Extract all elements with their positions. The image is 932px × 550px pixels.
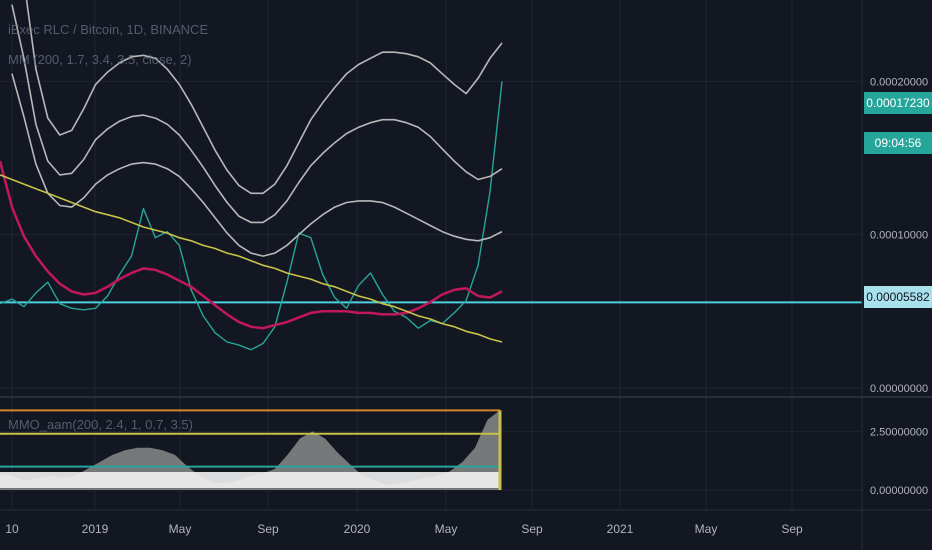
chart-root: 10 2019 May Sep 2020 May Sep 2021 May Sep 0.000200… [0, 0, 932, 550]
envelope-middle-line [11, 4, 503, 224]
price-axis-label: 0.00010000 [870, 230, 928, 242]
time-axis-label: 2020 [344, 522, 371, 536]
trendline [0, 174, 503, 343]
oscillator-band [0, 472, 500, 488]
time-axis-label: 2021 [607, 522, 634, 536]
time-axis-label: Sep [521, 522, 543, 536]
countdown-tag: 09:04:56 [864, 132, 932, 154]
chart-title: iExec RLC / Bitcoin, 1D, BINANCE [8, 22, 209, 37]
price-axis-label: 0.00000000 [870, 383, 928, 395]
time-axis-label: 10 [5, 522, 19, 536]
time-axis-label: May [435, 522, 458, 536]
horizontal-line-tag: 0.00005582 [864, 286, 932, 308]
time-axis-label: Sep [257, 522, 279, 536]
time-axis-label: 2019 [82, 522, 109, 536]
time-axis-label: May [695, 522, 718, 536]
price-line [0, 81, 503, 351]
price-axis-label: 0.00020000 [870, 76, 928, 88]
indicator-legend: MM (200, 1.7, 3.4, 3.5, close, 2) [8, 52, 192, 67]
oscillator-axis-label: 2.50000000 [870, 426, 928, 438]
chart-canvas[interactable]: 10 2019 May Sep 2020 May Sep 2021 May Sep 0.000200… [0, 0, 932, 550]
envelope-lower-line [11, 73, 503, 257]
oscillator-legend: MMO_aam(200, 2.4, 1, 0.7, 3.5) [8, 417, 193, 432]
time-axis-label: May [169, 522, 192, 536]
oscillator-axis-label: 0.00000000 [870, 485, 928, 497]
time-axis-label: Sep [781, 522, 803, 536]
last-price-tag: 0.00017230 [864, 92, 932, 114]
